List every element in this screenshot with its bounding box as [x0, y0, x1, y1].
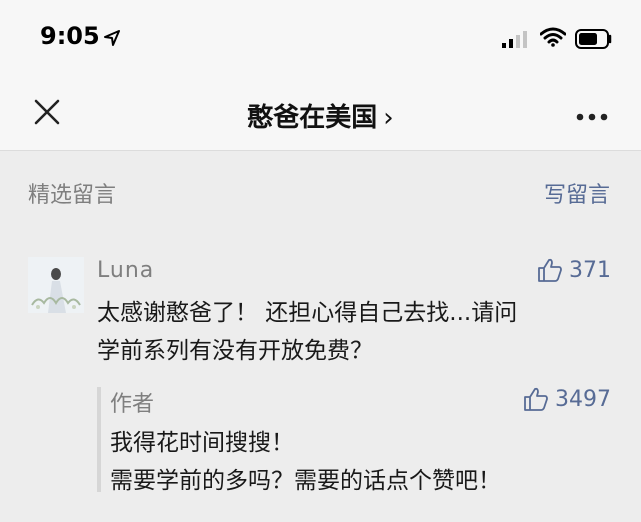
comment-line: 学前系列有没有开放免费？: [97, 338, 373, 364]
comment-like-button[interactable]: 371: [537, 257, 611, 283]
more-icon: [576, 113, 608, 121]
chevron-right-icon: ›: [383, 103, 394, 133]
avatar[interactable]: [28, 257, 84, 313]
reply-line: 我得花时间搜搜！: [110, 430, 294, 456]
top-bar: 9:05 憨爸在美国 ›: [0, 0, 641, 151]
reply-divider: [97, 387, 101, 492]
author-label: 作者: [110, 392, 155, 417]
signal-icon: [502, 31, 527, 48]
account-name: 憨爸在美国: [247, 103, 378, 133]
featured-comments-label: 精选留言: [28, 183, 117, 208]
reply-like-count: 3497: [555, 386, 611, 412]
wifi-icon: [540, 27, 566, 47]
comment-text: 太感谢憨爸了！ 还担心得自己去找...请问 学前系列有没有开放免费？: [97, 294, 617, 370]
thumbs-up-icon: [524, 387, 548, 411]
write-comment-link[interactable]: 写留言: [544, 177, 610, 209]
comment-line: 太感谢憨爸了！ 还担心得自己去找...请问: [97, 300, 518, 326]
reply-line: 需要学前的多吗？需要的话点个赞吧！: [110, 468, 501, 494]
more-button[interactable]: [574, 108, 610, 121]
status-time: 9:05: [40, 22, 100, 50]
avatar-image: [28, 257, 84, 313]
comment-username[interactable]: Luna: [97, 258, 154, 283]
location-arrow-icon: [104, 30, 120, 46]
thumbs-up-icon: [538, 258, 562, 282]
account-title[interactable]: 憨爸在美国 ›: [0, 97, 641, 134]
battery-icon: [575, 29, 612, 49]
comment-like-count: 371: [569, 257, 611, 283]
reply-text: 我得花时间搜搜！ 需要学前的多吗？需要的话点个赞吧！: [110, 424, 610, 500]
reply-like-button[interactable]: 3497: [523, 386, 611, 412]
